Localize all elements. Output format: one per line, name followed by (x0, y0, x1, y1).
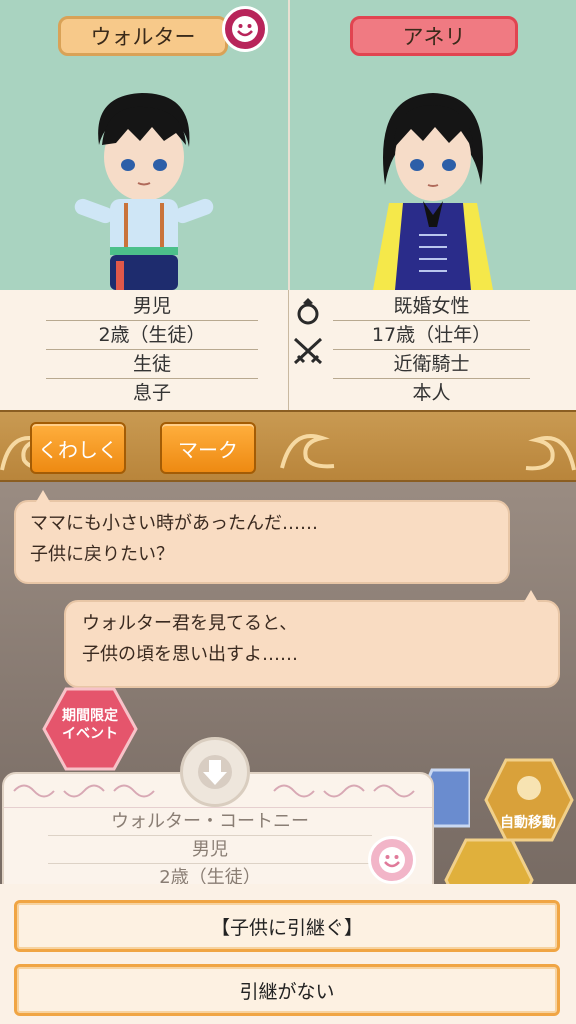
right-profile-gender: 既婚女性 (333, 292, 530, 321)
right-profile: 既婚女性 17歳（壮年） 近衛騎士 本人 (288, 290, 576, 410)
bubble-tail-left (36, 490, 50, 502)
choice-no-inherit[interactable]: 引継がない (14, 964, 560, 1016)
left-profile-gender: 男児 (46, 292, 258, 321)
left-profile-relation: 息子 (132, 382, 171, 404)
mark-button[interactable]: マーク (160, 422, 256, 474)
right-profile-job: 近衛騎士 (333, 350, 530, 379)
dialogue-left-line-2: 子供に戻りたい？ (30, 544, 174, 565)
details-button[interactable]: くわしく (30, 422, 126, 474)
portraits-panel: ウォルター アネリ (0, 0, 576, 290)
left-portrait: ウォルター (0, 0, 288, 290)
right-portrait: アネリ (288, 0, 576, 290)
relation-icons (288, 290, 328, 410)
choice-pass-to-child[interactable]: 【子供に引継ぐ】 (14, 900, 560, 952)
right-profile-relation: 本人 (412, 382, 451, 404)
left-name-tag: ウォルター (58, 16, 228, 56)
scroll-down-button[interactable] (180, 737, 250, 807)
left-profile-job: 生徒 (46, 350, 258, 379)
arrow-down-icon (198, 755, 232, 789)
left-profile: 男児 2歳（生徒） 生徒 息子 (0, 290, 288, 410)
woman-character-figure (373, 93, 493, 290)
profile-table: 男児 2歳（生徒） 生徒 息子 既婚女性 17歳（壮年） 近衛騎士 本人 (0, 290, 576, 410)
right-profile-age: 17歳（壮年） (333, 321, 530, 350)
choice-panel: 【子供に引継ぐ】 引継がない (0, 884, 576, 1024)
action-strip: くわしく マーク (0, 410, 576, 482)
swords-icon (293, 337, 323, 365)
dialogue-right-line-1: ウォルター君を見てると、 (82, 613, 298, 634)
card-gender: 男児 (48, 836, 372, 864)
smile-icon (222, 6, 268, 52)
event-badge-label: 期間限定 イベント (62, 708, 118, 742)
dialogue-bubble-right: ウォルター君を見てると、 子供の頃を思い出すよ…… (64, 600, 560, 688)
right-name-tag: アネリ (350, 16, 518, 56)
card-smile-icon (368, 836, 416, 884)
dialogue-bubble-left: ママにも小さい時があったんだ…… 子供に戻りたい？ (14, 500, 510, 584)
ring-icon (297, 298, 319, 325)
ornament-right (525, 436, 576, 471)
bubble-tail-right (524, 590, 538, 602)
dialogue-left-line-1: ママにも小さい時があったんだ…… (30, 513, 318, 534)
auto-move-label: 自動移動 (500, 815, 556, 831)
dialogue-right-line-2: 子供の頃を思い出すよ…… (82, 644, 298, 665)
left-profile-age: 2歳（生徒） (46, 321, 258, 350)
boy-character-figure (74, 93, 214, 290)
ornament-center (280, 434, 335, 469)
card-full-name: ウォルター・コートニー (48, 808, 372, 836)
